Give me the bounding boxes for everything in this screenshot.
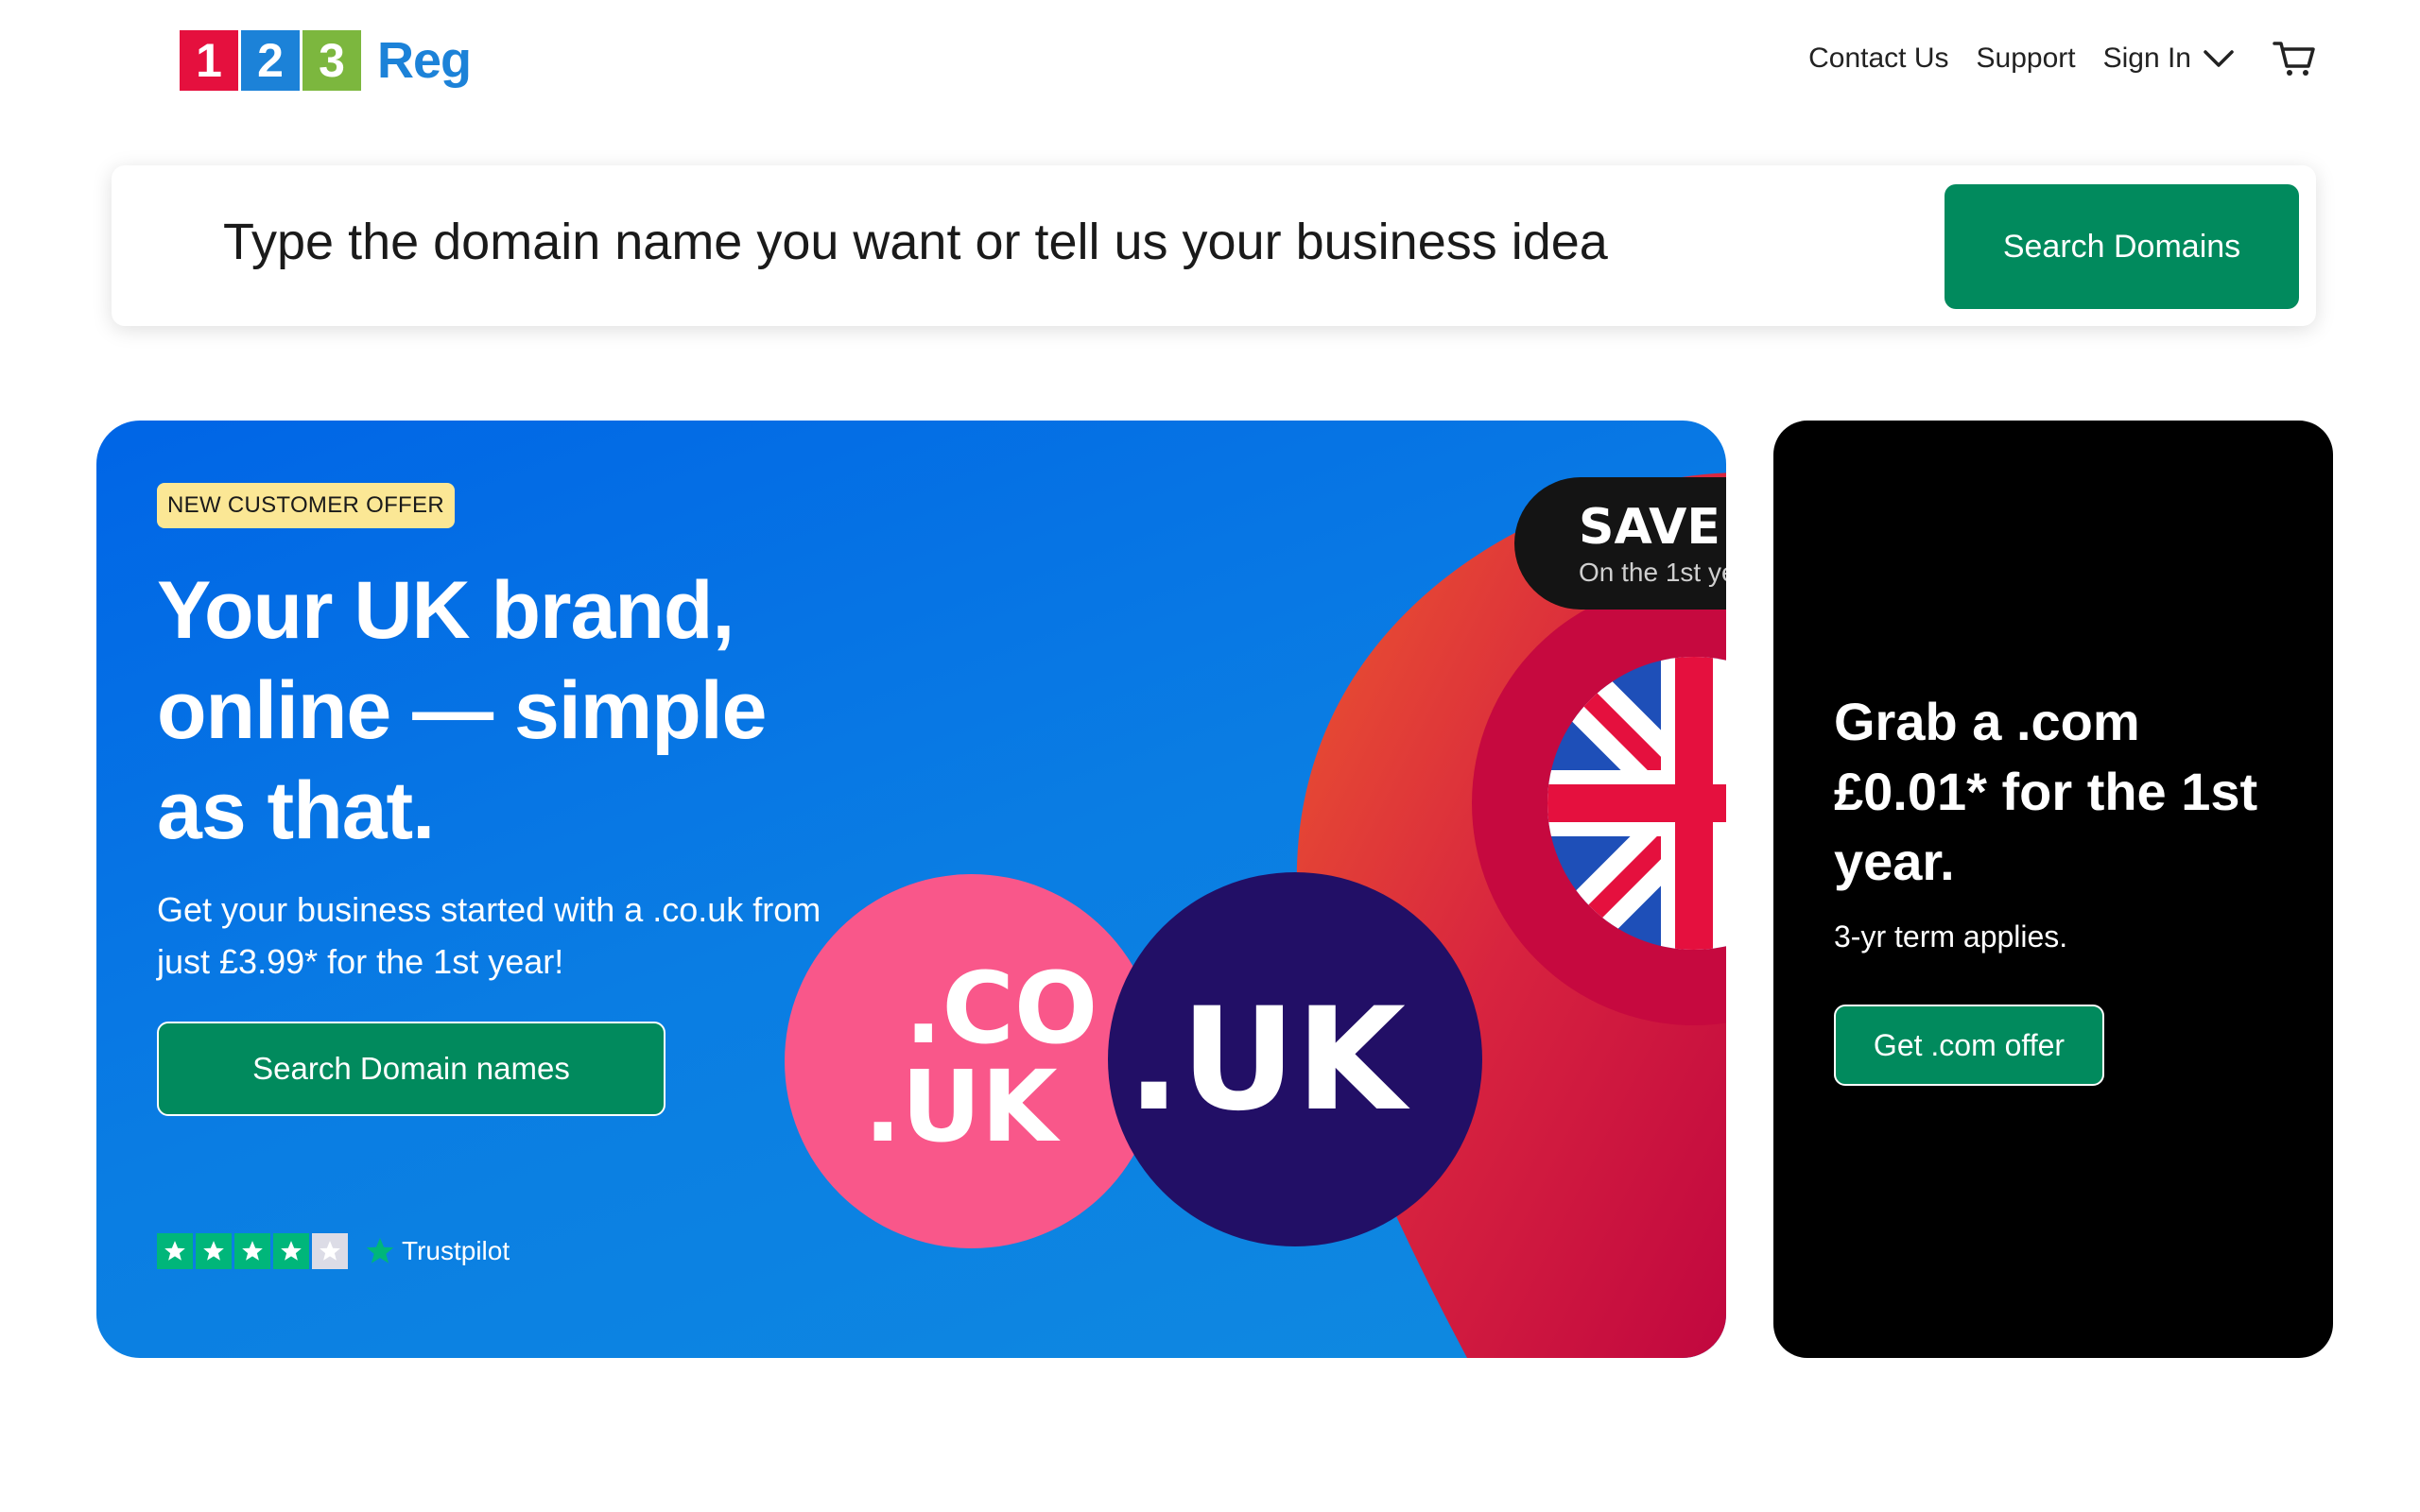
star-empty-icon [312, 1233, 348, 1269]
star-icon [273, 1233, 309, 1269]
save-pill-subtitle: On the 1st ye [1579, 558, 1726, 587]
star-icon [157, 1233, 193, 1269]
hero-headline: Your UK brand, online — simple as that. [157, 565, 767, 856]
trustpilot-star-icon [366, 1237, 394, 1263]
domain-search-bar: Type the domain name you want or tell us… [112, 165, 2316, 326]
trustpilot-rating[interactable]: Trustpilot [157, 1233, 510, 1269]
hero-banner: SAVE On the 1st ye .CO .UK .UK NEW CUSTO… [96, 421, 1726, 1358]
save-pill-title: SAVE [1579, 499, 1720, 556]
couk-text-line2: .UK [864, 1049, 1061, 1164]
star-icon [234, 1233, 270, 1269]
logo-digit-1: 1 [180, 30, 238, 91]
rating-stars [157, 1233, 351, 1269]
logo-digit-2: 2 [241, 30, 300, 91]
promo-title: Grab a .com £0.01* for the 1st year. [1834, 692, 2258, 891]
nav-contact-us[interactable]: Contact Us [1808, 43, 1948, 75]
get-com-offer-button[interactable]: Get .com offer [1834, 1005, 2104, 1086]
nav-support[interactable]: Support [1977, 43, 2076, 75]
logo-digit-3: 3 [302, 30, 361, 91]
trustpilot-label: Trustpilot [402, 1236, 510, 1265]
search-domain-names-button[interactable]: Search Domain names [157, 1022, 666, 1116]
promo-terms: 3-yr term applies. [1834, 919, 2068, 954]
domain-search-input[interactable]: Type the domain name you want or tell us… [223, 213, 1608, 271]
chevron-down-icon [2203, 48, 2235, 69]
uk-text: .UK [1127, 978, 1410, 1143]
nav-sign-in[interactable]: Sign In [2103, 43, 2235, 75]
top-nav: Contact Us Support Sign In [1781, 34, 2316, 83]
cart-icon [2273, 40, 2316, 77]
search-domains-button[interactable]: Search Domains [1945, 184, 2299, 309]
brand-logo[interactable]: 1 2 3 Reg [180, 30, 472, 91]
logo-text: Reg [377, 32, 472, 89]
new-customer-badge: NEW CUSTOMER OFFER [157, 483, 455, 528]
hero-subtext: Get your business started with a .co.uk … [157, 890, 821, 981]
sign-in-label: Sign In [2102, 43, 2191, 74]
star-icon [196, 1233, 232, 1269]
com-offer-card: Grab a .com £0.01* for the 1st year. 3-y… [1773, 421, 2333, 1358]
trustpilot-logo: Trustpilot [364, 1235, 510, 1267]
cart-button[interactable] [2273, 40, 2316, 77]
